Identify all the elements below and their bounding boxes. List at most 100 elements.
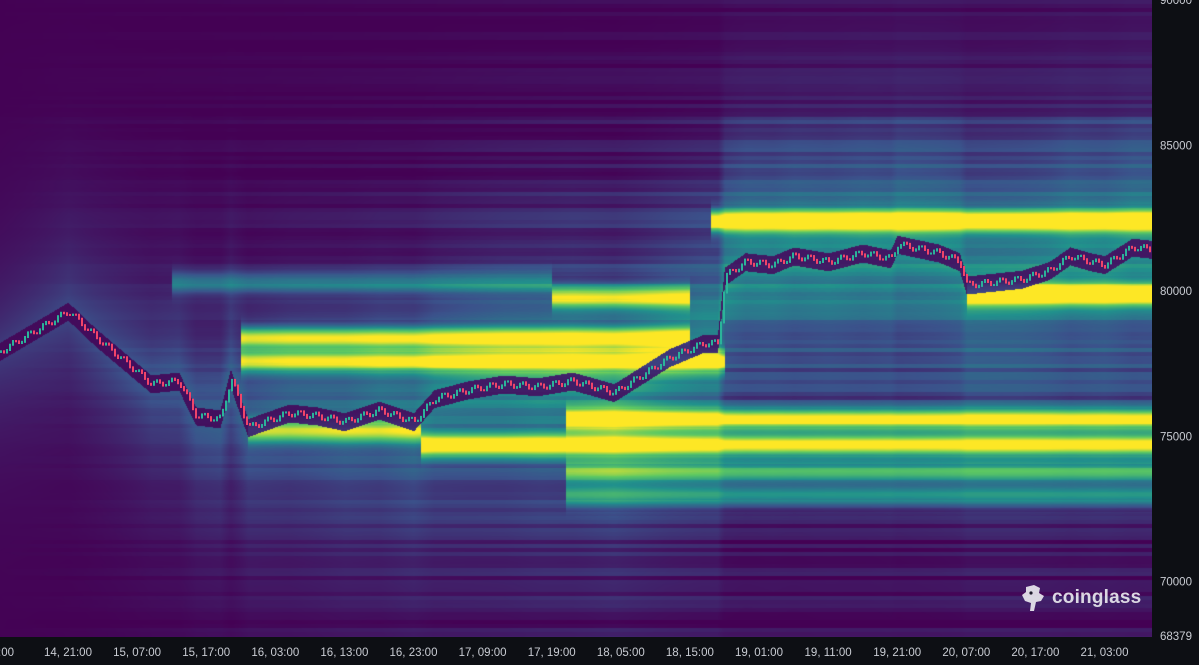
liquidation-heatmap-chart: 90000 85000 80000 75000 70000 68379 :00 14, 21… [0, 0, 1199, 665]
price-candle [981, 281, 983, 287]
price-candle [285, 411, 287, 414]
price-candle [261, 424, 263, 428]
price-candle [822, 257, 824, 263]
price-candle [1089, 262, 1091, 265]
price-candle [678, 351, 680, 359]
price-candle [486, 385, 488, 392]
price-candle [519, 382, 521, 389]
price-candle [921, 245, 923, 248]
price-candle [105, 342, 107, 346]
price-candle [15, 340, 17, 343]
price-candle [444, 392, 446, 395]
price-candle [609, 390, 611, 396]
price-candle [39, 328, 41, 335]
price-candle [738, 268, 740, 273]
price-candle [648, 367, 650, 375]
price-candle [558, 380, 560, 385]
price-candle [192, 398, 194, 411]
price-candle [279, 415, 281, 422]
price-candle [312, 412, 314, 419]
price-candle [249, 422, 251, 426]
price-candle [81, 317, 83, 327]
price-candle [243, 405, 245, 419]
price-candle [984, 279, 986, 284]
price-candle [573, 377, 575, 382]
price-candle [930, 252, 932, 255]
price-candle [885, 255, 887, 261]
price-candle [708, 343, 710, 348]
price-candle [924, 245, 926, 251]
price-candle [639, 376, 641, 380]
price-candle [870, 251, 872, 257]
price-candle [57, 315, 59, 323]
price-candle [468, 391, 470, 395]
price-candle [1092, 260, 1094, 265]
price-candle [1086, 258, 1088, 265]
price-candle [1119, 257, 1121, 260]
price-candle [591, 382, 593, 390]
price-candle [423, 409, 425, 418]
x-tick-label: 16, 23:00 [390, 647, 438, 659]
price-candle [135, 370, 137, 373]
price-candle [630, 380, 632, 388]
price-candle [99, 337, 101, 345]
price-candle [960, 261, 962, 269]
price-candle [945, 255, 947, 260]
price-candle [762, 259, 764, 262]
price-candle [624, 386, 626, 391]
price-candle [372, 414, 374, 418]
price-candle [909, 242, 911, 249]
price-candle [441, 392, 443, 399]
price-candle [966, 273, 968, 283]
price-candle [144, 372, 146, 380]
price-candle [342, 420, 344, 425]
x-tick-label: 17, 09:00 [459, 647, 507, 659]
price-candle [90, 328, 92, 331]
price-candle [684, 348, 686, 352]
price-candle [3, 350, 5, 354]
price-candle [633, 376, 635, 383]
price-candle [516, 386, 518, 389]
price-candle [1137, 249, 1139, 252]
y-tick-label: 85000 [1160, 140, 1192, 152]
price-candle [1038, 273, 1040, 278]
x-tick-label: 20, 17:00 [1011, 647, 1059, 659]
price-candle [477, 384, 479, 389]
price-candle [672, 356, 674, 361]
price-candle [513, 383, 515, 389]
price-candle [1107, 262, 1109, 269]
price-candle [849, 258, 851, 261]
price-candle [1032, 271, 1034, 277]
price-candle [240, 393, 242, 408]
price-candle [1002, 277, 1004, 281]
y-axis-ticks: 90000 85000 80000 75000 70000 68379 [1160, 0, 1192, 643]
price-candle [459, 388, 461, 392]
price-candle [315, 411, 317, 415]
price-candle [126, 356, 128, 363]
price-candle [354, 419, 356, 423]
price-candle [564, 383, 566, 388]
price-candle [735, 268, 737, 273]
price-candle [402, 416, 404, 423]
price-candle [783, 259, 785, 264]
price-candle [942, 251, 944, 258]
price-candle [453, 394, 455, 399]
price-candle [690, 350, 692, 354]
price-candle [855, 251, 857, 258]
price-candle [369, 412, 371, 418]
price-candle [792, 252, 794, 259]
price-candle [831, 260, 833, 265]
price-candle [36, 332, 38, 335]
price-candle [474, 384, 476, 390]
price-candle [1104, 264, 1106, 269]
price-candle [834, 261, 836, 265]
x-tick-label: 18, 15:00 [666, 647, 714, 659]
y-tick-label: 80000 [1160, 286, 1192, 298]
price-candle [237, 384, 239, 396]
price-candle [381, 406, 383, 411]
price-candle [876, 251, 878, 257]
price-candle [963, 266, 965, 276]
price-candle [63, 311, 65, 315]
price-candle [642, 376, 644, 380]
price-candle [714, 339, 716, 342]
